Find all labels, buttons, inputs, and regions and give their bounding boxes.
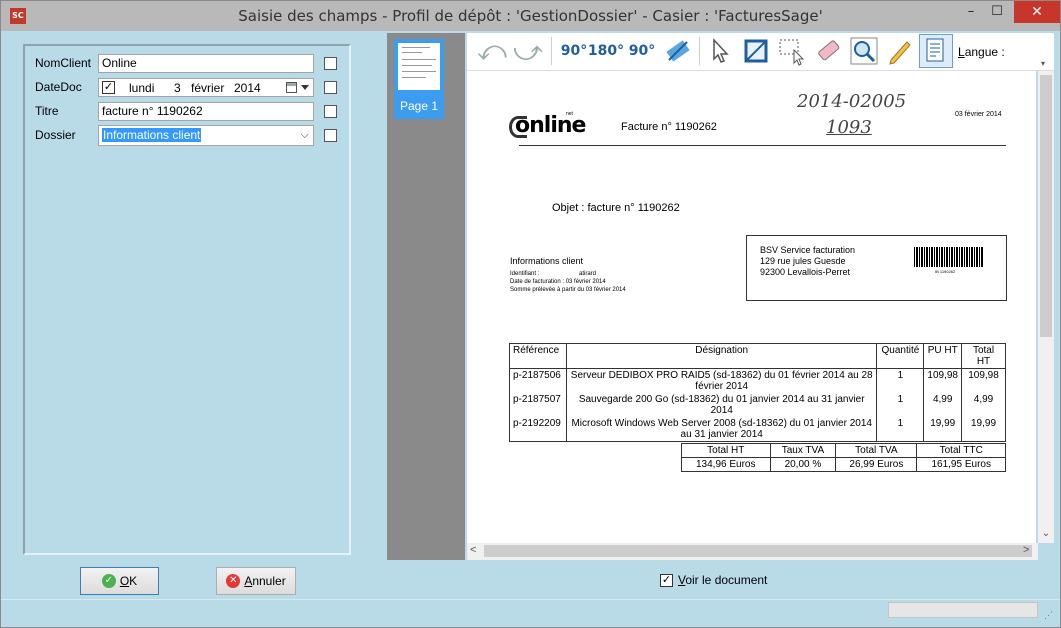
calendar-icon[interactable] (286, 82, 297, 93)
voir-document-checkbox[interactable]: ✓ (660, 573, 673, 587)
scroll-down-arrow-icon[interactable]: ⌄ (1039, 528, 1053, 539)
check-circle-icon: ✓ (101, 574, 116, 588)
address-line-2: 129 rue jules Guesde (760, 256, 846, 266)
dossier-combobox[interactable]: Informations client ⌵ (98, 125, 314, 146)
main-window: SC Saisie des champs - Profil de dépôt :… (0, 0, 1061, 628)
page-thumbnail[interactable] (394, 39, 444, 94)
datedoc-date-picker[interactable]: ✓ lundi 3 février 2014 (98, 78, 314, 97)
scroll-right-arrow-icon[interactable]: > (1023, 544, 1029, 556)
logo-sub: net (566, 111, 573, 117)
eraser-icon[interactable] (811, 34, 845, 68)
col-header-quantite: Quantité (876, 343, 925, 369)
undo-icon[interactable]: ⤺ (475, 34, 509, 68)
handwritten-reference: 2014-02005 (797, 91, 907, 112)
titre-input[interactable]: facture n° 1190262 (98, 102, 314, 121)
rotate-180-button[interactable]: 180° (588, 34, 624, 68)
cancel-circle-icon: ✕ (226, 574, 241, 588)
status-progress-field (888, 602, 1038, 618)
nomclient-checkbox[interactable] (324, 57, 337, 70)
datedoc-enable-checkbox[interactable]: ✓ (102, 81, 115, 94)
datedoc-year[interactable]: 2014 (234, 80, 261, 96)
close-button[interactable]: ✕ (1014, 1, 1060, 23)
horizontal-scroll-thumb[interactable] (484, 545, 1032, 557)
voir-document-toggle[interactable]: ✓ Voir le document (660, 573, 767, 587)
voir-document-label[interactable]: Voir le document (678, 573, 767, 587)
datedoc-day-name[interactable]: lundi (129, 80, 154, 96)
scroll-left-arrow-icon[interactable]: < (470, 544, 476, 556)
col-header-total-ht: Total HT (961, 343, 1006, 369)
invoice-title: Facture n° 1190262 (621, 121, 717, 133)
cancel-button[interactable]: ✕ Annuler (216, 567, 296, 595)
info-title: Informations client (510, 256, 584, 266)
field-label-dossier: Dossier (35, 128, 76, 142)
online-logo: online (515, 113, 586, 138)
field-label-datedoc: DateDoc (35, 80, 82, 94)
table-row: 134,96 Euros 20,00 % 26,99 Euros 161,95 … (681, 457, 1006, 472)
handwritten-number: 1093 (826, 117, 872, 138)
langue-label[interactable]: Langue : (958, 45, 1005, 59)
maximize-button[interactable]: ☐ (982, 1, 1012, 23)
invoice-items-table: Référence Désignation Quantité PU HT Tot… (509, 343, 1006, 442)
info-id-label: Identifiant : (510, 271, 540, 277)
document-properties-icon[interactable] (919, 34, 953, 68)
address-line-3: 92300 Levallois-Perret (760, 267, 851, 277)
titre-checkbox[interactable] (324, 105, 337, 118)
totals-table: Total HT Taux TVA Total TVA Total TTC 13… (681, 443, 1006, 472)
thumbnail-label[interactable]: Page 1 (394, 94, 444, 119)
totals-header-total-tva: Total TVA (835, 443, 918, 458)
col-header-pu-ht: PU HT (923, 343, 962, 369)
field-label-nomclient: NomClient (35, 56, 92, 70)
window-title: Saisie des champs - Profil de dépôt : 'G… (238, 7, 823, 25)
redo-icon[interactable]: ⤻ (511, 34, 545, 68)
crop-icon[interactable] (739, 34, 773, 68)
dossier-checkbox[interactable] (324, 129, 337, 142)
datedoc-checkbox[interactable] (324, 81, 337, 94)
header-rule (519, 145, 1006, 146)
datedoc-day[interactable]: 3 (174, 80, 181, 96)
flip-icon[interactable] (661, 34, 695, 68)
invoice-object: Objet : facture n° 1190262 (552, 202, 680, 214)
barcode-text: IB 1190262 (935, 269, 956, 274)
select-area-icon[interactable] (775, 34, 809, 68)
toolbar-overflow-icon[interactable]: ▾ (1041, 59, 1045, 68)
rotate-90-ccw-button[interactable]: 90° (557, 34, 591, 68)
table-row: p-2192209 Microsoft Windows Web Server 2… (509, 417, 1006, 442)
info-date: Date de facturation : 03 février 2014 (510, 279, 606, 285)
pointer-icon[interactable] (703, 34, 737, 68)
info-somme: Somme prélevée à partir du 03 février 20… (510, 287, 626, 293)
invoice-date: 03 février 2014 (955, 111, 1002, 118)
barcode (914, 247, 984, 267)
table-row: p-2187507 Sauvegarde 200 Go (sd-18362) d… (509, 393, 1006, 417)
field-label-titre: Titre (35, 104, 59, 118)
rotate-90-cw-button[interactable]: 90° (625, 34, 659, 68)
pencil-icon[interactable] (883, 34, 917, 68)
totals-header-total-ht: Total HT (681, 443, 771, 458)
totals-header-taux-tva: Taux TVA (769, 443, 837, 458)
dossier-selected-value[interactable]: Informations client (102, 128, 202, 142)
title-bar: SC Saisie des champs - Profil de dépôt :… (1, 1, 1060, 31)
zoom-icon[interactable] (847, 34, 881, 68)
chevron-down-icon[interactable]: ⌵ (301, 126, 309, 145)
col-header-reference: Référence (509, 343, 567, 369)
vertical-scroll-thumb[interactable] (1040, 75, 1052, 337)
totals-header-total-ttc: Total TTC (916, 443, 1006, 458)
datedoc-month[interactable]: février (191, 80, 224, 96)
nomclient-input[interactable]: Online (98, 54, 314, 73)
table-row: p-2187506 Serveur DEDIBOX PRO RAID5 (sd-… (509, 368, 1006, 393)
ok-button[interactable]: ✓ OK (80, 567, 159, 595)
col-header-designation: Désignation (565, 343, 878, 369)
info-id-value: atirard (579, 271, 597, 277)
address-line-1: BSV Service facturation (760, 245, 856, 255)
document-viewer[interactable] (467, 71, 1036, 543)
resize-grip-icon[interactable]: ⋰ (1044, 610, 1053, 621)
chevron-down-icon[interactable] (301, 85, 309, 90)
